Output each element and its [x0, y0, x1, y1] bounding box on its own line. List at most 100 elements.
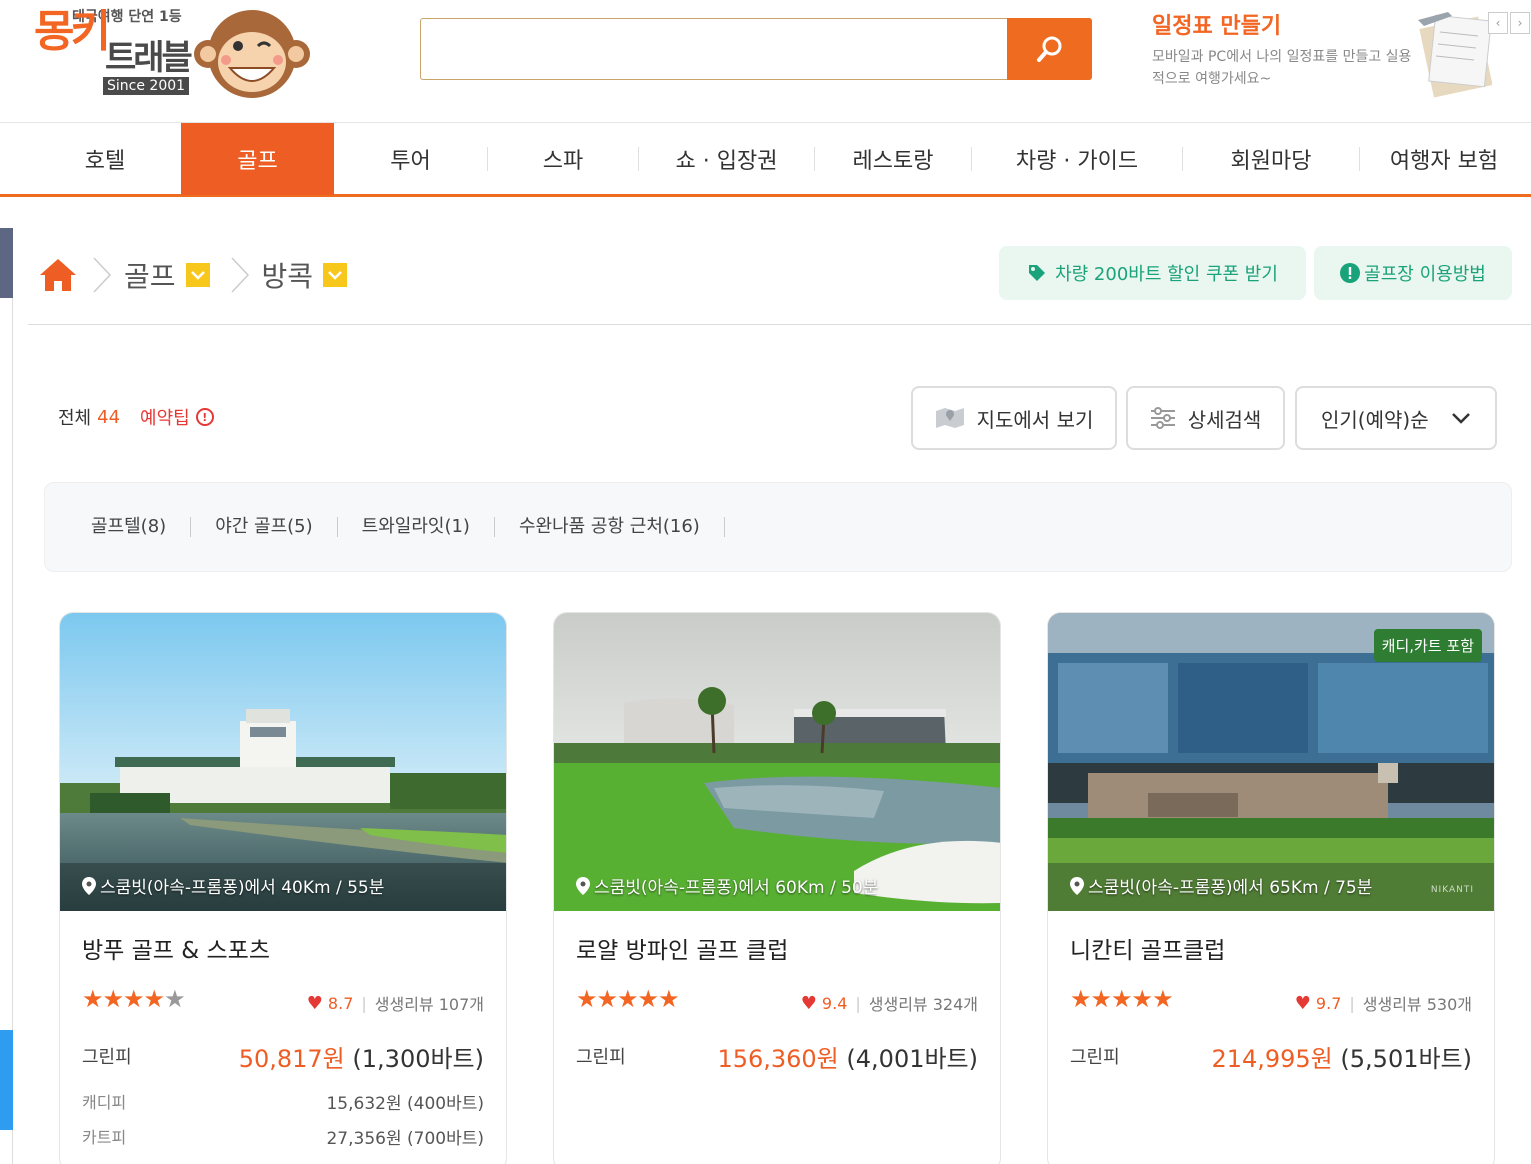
total-count: 44 — [97, 406, 121, 428]
golf-card[interactable]: 스쿰빗(아속-프롬퐁)에서 60Km / 50분 로얄 방파인 골프 클럽 ★★… — [553, 612, 1001, 1164]
nav-item-members[interactable]: 회원마당 — [1183, 123, 1359, 195]
card-title[interactable]: 로얄 방파인 골프 클럽 — [576, 931, 788, 965]
image-watermark: NIKANTI — [1430, 885, 1474, 895]
result-summary: 전체 44 예약팁 ! — [58, 404, 214, 430]
heart-icon: ♥ — [306, 992, 323, 1014]
filter-twilight[interactable]: 트와일라잇(1) — [338, 517, 495, 537]
breadcrumb: 골프 방콕 — [38, 250, 348, 300]
green-fee-price: 156,360원 (4,001바트) — [717, 1039, 978, 1074]
map-view-label: 지도에서 보기 — [976, 407, 1094, 432]
green-fee-label: 그린피 — [82, 1047, 132, 1068]
location-text: 스쿰빗(아속-프롬퐁)에서 65Km / 75분 — [1088, 878, 1373, 898]
nav-item-tour[interactable]: 투어 — [334, 123, 487, 195]
review-rating: ♥ 9.4 | 생생리뷰 324개 — [801, 991, 978, 1015]
filter-night-golf[interactable]: 야간 골프(5) — [191, 517, 338, 537]
planner-description: 모바일과 PC에서 나의 일정표를 만들고 실용적으로 여행가세요~ — [1152, 49, 1412, 87]
info-icon — [1340, 263, 1361, 283]
left-side-widget-top[interactable] — [0, 228, 13, 298]
nav-item-spa[interactable]: 스파 — [488, 123, 638, 195]
caddie-fee-label: 캐디피 — [82, 1093, 127, 1112]
section-divider — [28, 324, 1531, 325]
coupon-label: 차량 200바트 할인 쿠폰 받기 — [1055, 264, 1278, 285]
map-pin-icon — [1070, 876, 1084, 895]
planner-illustration-icon — [1418, 12, 1492, 98]
rating-divider: | — [361, 993, 367, 1013]
rating-divider: | — [1349, 993, 1355, 1013]
breadcrumb-bangkok-dropdown[interactable] — [323, 263, 348, 287]
nav-item-restaurant[interactable]: 레스토랑 — [815, 123, 971, 195]
coupon-button[interactable]: 차량 200바트 할인 쿠폰 받기 — [999, 246, 1306, 300]
nav-item-golf[interactable]: 골프 — [181, 123, 334, 195]
golf-guide-button[interactable]: 골프장 이용방법 — [1314, 246, 1512, 300]
green-fee-krw: 214,995원 — [1211, 1045, 1333, 1073]
chevron-left-icon[interactable]: ‹ — [1488, 12, 1508, 34]
map-pin-icon — [576, 876, 590, 895]
golf-course-image[interactable]: 스쿰빗(아속-프롬퐁)에서 40Km / 55분 — [60, 613, 506, 911]
heart-icon: ♥ — [1294, 992, 1311, 1014]
rating-score: 8.7 — [327, 993, 354, 1013]
green-fee-label: 그린피 — [576, 1047, 626, 1068]
location-text: 스쿰빗(아속-프롬퐁)에서 40Km / 55분 — [100, 878, 385, 898]
chevron-down-icon — [1452, 413, 1470, 424]
nav-item-insurance[interactable]: 여행자 보험 — [1360, 123, 1528, 195]
golf-card[interactable]: 캐디,카트 포함 스쿰빗(아속-프롬퐁)에서 65Km / 75분 NIKANT… — [1047, 612, 1495, 1164]
main-nav: 호텔 골프 투어 스파 쇼 · 입장권 레스토랑 차량 · 가이드 회원마당 여… — [0, 122, 1531, 197]
tag-icon — [1029, 265, 1046, 281]
logo-main-text: 몽키 — [34, 6, 111, 57]
location-label: 스쿰빗(아속-프롬퐁)에서 65Km / 75분 — [1070, 873, 1372, 898]
breadcrumb-golf[interactable]: 골프 — [124, 255, 176, 295]
alert-icon[interactable]: ! — [195, 408, 214, 426]
left-side-widget-highlight[interactable] — [0, 1030, 13, 1130]
booking-tip-link[interactable]: 예약팁 — [140, 404, 190, 430]
filter-sliders-icon — [1150, 407, 1175, 429]
site-logo[interactable]: 태국여행 단연 1등 몽키 트래블 Since 2001 — [30, 0, 330, 110]
rating-score: 9.7 — [1315, 993, 1342, 1013]
search-button[interactable] — [1007, 18, 1092, 80]
review-rating: ♥ 9.7 | 생생리뷰 530개 — [1295, 991, 1472, 1015]
sort-value: 인기(예약)순 — [1321, 407, 1429, 432]
chevron-down-icon — [190, 271, 205, 280]
caddie-fee-price: 15,632원 (400바트) — [326, 1094, 484, 1114]
review-count[interactable]: 생생리뷰 530개 — [1363, 991, 1472, 1015]
map-pin-icon — [82, 876, 96, 895]
nav-item-hotel[interactable]: 호텔 — [30, 123, 180, 195]
included-badge: 캐디,카트 포함 — [1373, 629, 1482, 662]
rating-divider: | — [855, 993, 861, 1013]
card-title[interactable]: 니칸티 골프클럽 — [1070, 931, 1225, 965]
filter-golftel[interactable]: 골프텔(8) — [91, 517, 192, 537]
location-label: 스쿰빗(아속-프롬퐁)에서 60Km / 50분 — [576, 873, 878, 898]
breadcrumb-bangkok[interactable]: 방콕 — [262, 255, 314, 295]
review-count[interactable]: 생생리뷰 107개 — [375, 991, 484, 1015]
chevron-right-icon[interactable]: › — [1510, 12, 1530, 34]
location-text: 스쿰빗(아속-프롬퐁)에서 60Km / 50분 — [594, 878, 879, 898]
golf-card[interactable]: 스쿰빗(아속-프롬퐁)에서 40Km / 55분 방푸 골프 & 스포츠 ★★★… — [59, 612, 507, 1164]
search-icon — [1036, 36, 1061, 62]
filter-near-airport[interactable]: 수완나품 공항 근처(16) — [495, 517, 725, 537]
breadcrumb-golf-dropdown[interactable] — [185, 263, 210, 287]
map-view-button[interactable]: 지도에서 보기 — [911, 386, 1117, 450]
green-fee-thb: (1,300바트) — [352, 1045, 484, 1073]
sort-select[interactable]: 인기(예약)순 — [1295, 386, 1497, 450]
golf-course-photo — [554, 613, 1000, 911]
review-count[interactable]: 생생리뷰 324개 — [869, 991, 978, 1015]
card-title[interactable]: 방푸 골프 & 스포츠 — [82, 931, 270, 965]
logo-sub-text: 트래블 — [105, 38, 193, 78]
star-rating: ★★★★★ — [1070, 985, 1174, 1013]
search-input[interactable] — [421, 19, 1007, 79]
location-label: 스쿰빗(아속-프롬퐁)에서 40Km / 55분 — [82, 873, 384, 898]
nav-item-show-tickets[interactable]: 쇼 · 입장권 — [639, 123, 814, 195]
green-fee-label: 그린피 — [1070, 1047, 1120, 1068]
planner-arrows: ‹ › — [1488, 12, 1530, 34]
star-icon: ★★★★★ — [576, 985, 680, 1013]
nav-item-vehicle-guide[interactable]: 차량 · 가이드 — [972, 123, 1182, 195]
home-icon[interactable] — [38, 257, 78, 293]
itinerary-planner-banner[interactable]: 일정표 만들기 모바일과 PC에서 나의 일정표를 만들고 실용적으로 여행가세… — [1150, 4, 1530, 104]
detail-search-button[interactable]: 상세검색 — [1126, 386, 1285, 450]
golf-course-image[interactable]: 캐디,카트 포함 스쿰빗(아속-프롬퐁)에서 65Km / 75분 NIKANT… — [1048, 613, 1494, 911]
golf-course-image[interactable]: 스쿰빗(아속-프롬퐁)에서 60Km / 50분 — [554, 613, 1000, 911]
green-fee-thb: (5,501바트) — [1340, 1045, 1472, 1073]
map-icon — [935, 408, 964, 428]
cart-fee-label: 카트피 — [82, 1128, 127, 1147]
star-rating: ★★★★★ — [82, 985, 186, 1013]
green-fee-price: 50,817원 (1,300바트) — [239, 1039, 484, 1074]
